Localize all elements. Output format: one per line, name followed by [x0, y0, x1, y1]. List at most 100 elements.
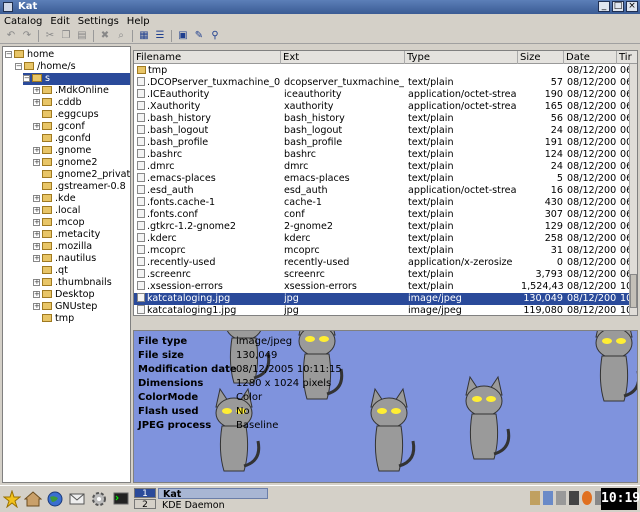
file-row[interactable]: .fonts.cache-1 cache-1 text/plain 430 08/12/…	[134, 197, 632, 209]
tree-expander-icon[interactable]: +	[33, 123, 40, 130]
column-header[interactable]: Tir	[617, 51, 637, 64]
column-header[interactable]: Type	[405, 51, 518, 64]
task-kat[interactable]: Kat	[158, 488, 268, 500]
file-row[interactable]: .emacs-places emacs-places text/plain 5 08/1…	[134, 173, 632, 185]
cut-icon[interactable]: ✂	[43, 29, 57, 42]
file-row[interactable]: .Xauthority xauthority application/octet-s…	[134, 101, 632, 113]
file-row[interactable]: .recently-used recently-used application/x…	[134, 257, 632, 269]
tray-volume-icon[interactable]	[543, 491, 553, 505]
undo-icon[interactable]: ↶	[4, 29, 18, 42]
tree-item[interactable]: + .mcop	[33, 217, 85, 229]
tree-expander-icon[interactable]: +	[33, 219, 40, 226]
file-row[interactable]: .dmrcdmrctext/plain2408/12/200506	[134, 161, 632, 173]
tree-expander-icon[interactable]: +	[33, 243, 40, 250]
minimize-button[interactable]: _	[598, 1, 610, 12]
tree-item[interactable]: − /home/s	[15, 61, 76, 73]
tree-item[interactable]: − s	[23, 73, 130, 85]
file-row[interactable]: .screenrc screenrc text/plain 3,793 08/12/20…	[134, 269, 632, 281]
tree-item[interactable]: + .thumbnails	[33, 277, 112, 289]
tree-expander-icon[interactable]: +	[33, 279, 40, 286]
file-row[interactable]: .gtkrc-1.2-gnome2 2-gnome2 text/plain 129 08…	[134, 221, 632, 233]
column-header[interactable]: Filename	[134, 51, 281, 64]
app-icon[interactable]	[3, 2, 13, 12]
tree-item[interactable]: + .nautilus	[33, 253, 96, 265]
file-row[interactable]: .DCOPserver_tuxmachine_0 dcopserver_tuxma…	[134, 77, 632, 89]
column-header[interactable]: Date	[564, 51, 617, 64]
file-row[interactable]: .bash_history bash_history text/plain 56 08/…	[134, 113, 632, 125]
close-button[interactable]: ×	[626, 1, 638, 12]
tree-item[interactable]: + .kde	[33, 193, 76, 205]
scrollbar-thumb[interactable]	[630, 274, 637, 308]
tray-monitor-icon[interactable]	[556, 491, 566, 505]
file-row[interactable]: .kderckderctext/plain25808/12/200506	[134, 233, 632, 245]
tree-item[interactable]: + .metacity	[33, 229, 100, 241]
file-row[interactable]: tmp08/12/200506	[134, 65, 632, 77]
tray-clipboard-icon[interactable]	[530, 491, 540, 505]
horizontal-splitter[interactable]	[133, 316, 638, 322]
file-row[interactable]: .esd_auth esd_auth application/octet-strea…	[134, 185, 632, 197]
column-header[interactable]: Ext	[281, 51, 405, 64]
tree-item[interactable]: + .gnome	[33, 145, 91, 157]
tree-item[interactable]: + .mozilla	[33, 241, 92, 253]
file-list-scrollbar[interactable]	[629, 64, 637, 315]
file-row[interactable]: .xsession-errors xsession-errors text/plai…	[134, 281, 632, 293]
mail-icon[interactable]	[68, 490, 86, 508]
tree-item[interactable]: + .MdkOnline	[33, 85, 109, 97]
file-row[interactable]: .ICEauthority iceauthority application/oct…	[134, 89, 632, 101]
file-list[interactable]: FilenameExtTypeSizeDateTir tmp 08/12/2005…	[133, 50, 638, 316]
catalog-icon[interactable]: ▣	[176, 29, 190, 42]
tree-item[interactable]: .eggcups	[33, 109, 99, 121]
home-icon[interactable]	[24, 490, 42, 508]
zoom-icon[interactable]: ⚲	[208, 29, 222, 42]
tree-item[interactable]: + .cddb	[33, 97, 82, 109]
tree-expander-icon[interactable]: −	[23, 75, 30, 82]
file-row[interactable]: .bash_logout bash_logout text/plain 24 08/12…	[134, 125, 632, 137]
file-row[interactable]: katcataloging.jpg jpg image/jpeg 130,049 08/…	[134, 293, 632, 305]
globe-icon[interactable]	[46, 490, 64, 508]
tree-item[interactable]: .gnome2_private	[33, 169, 130, 181]
kde-star-icon[interactable]	[3, 490, 21, 508]
clock[interactable]: 10:19	[601, 488, 640, 510]
tree-item[interactable]: .gconfd	[33, 133, 91, 145]
tree-expander-icon[interactable]: +	[33, 87, 40, 94]
tree-item[interactable]: + Desktop	[33, 289, 95, 301]
menu-settings[interactable]: Settings	[78, 16, 119, 27]
column-header[interactable]: Size	[518, 51, 564, 64]
tree-expander-icon[interactable]: +	[33, 231, 40, 238]
redo-icon[interactable]: ↷	[20, 29, 34, 42]
tree-item[interactable]: tmp	[33, 313, 74, 325]
settings-icon[interactable]: ✎	[192, 29, 206, 42]
copy-icon[interactable]: ❐	[59, 29, 73, 42]
file-row[interactable]: katcataloging1.jpg jpg image/jpeg 119,080 08…	[134, 305, 632, 315]
icon-view-icon[interactable]: ▦	[137, 29, 151, 42]
tree-item[interactable]: + .local	[33, 205, 80, 217]
menu-help[interactable]: Help	[127, 16, 150, 27]
tree-expander-icon[interactable]: +	[33, 303, 40, 310]
detail-view-icon[interactable]: ☰	[153, 29, 167, 42]
pager-desktop-2[interactable]: 2	[134, 499, 156, 510]
tree-expander-icon[interactable]: +	[33, 255, 40, 262]
maximize-button[interactable]: □	[612, 1, 624, 12]
file-row[interactable]: .bashrcbashrctext/plain12408/12/200500	[134, 149, 632, 161]
tree-expander-icon[interactable]: +	[33, 99, 40, 106]
terminal-icon[interactable]	[112, 490, 130, 508]
file-row[interactable]: .fonts.confconftext/plain30708/12/200506	[134, 209, 632, 221]
menu-edit[interactable]: Edit	[50, 16, 69, 27]
find-icon[interactable]: ⌕	[114, 29, 128, 42]
tree-item[interactable]: .qt	[33, 265, 68, 277]
paste-icon[interactable]: ▤	[75, 29, 89, 42]
tree-item[interactable]: + .gconf	[33, 121, 85, 133]
tree-item[interactable]: .gstreamer-0.8	[33, 181, 126, 193]
tree-item[interactable]: − home	[5, 49, 54, 61]
file-row[interactable]: .mcoprcmcoprctext/plain3108/12/200506	[134, 245, 632, 257]
tree-expander-icon[interactable]: +	[33, 147, 40, 154]
gear-icon[interactable]	[90, 490, 108, 508]
menu-catalog[interactable]: Catalog	[4, 16, 42, 27]
tree-item[interactable]: + .gnome2	[33, 157, 97, 169]
tree-expander-icon[interactable]: −	[5, 51, 12, 58]
pager-desktop-1[interactable]: 1	[134, 488, 156, 499]
file-row[interactable]: .bash_profile bash_profile text/plain 191 08…	[134, 137, 632, 149]
task-kde-daemon[interactable]: KDE Daemon	[158, 500, 268, 511]
tree-expander-icon[interactable]: +	[33, 291, 40, 298]
tray-network-icon[interactable]	[569, 491, 579, 505]
